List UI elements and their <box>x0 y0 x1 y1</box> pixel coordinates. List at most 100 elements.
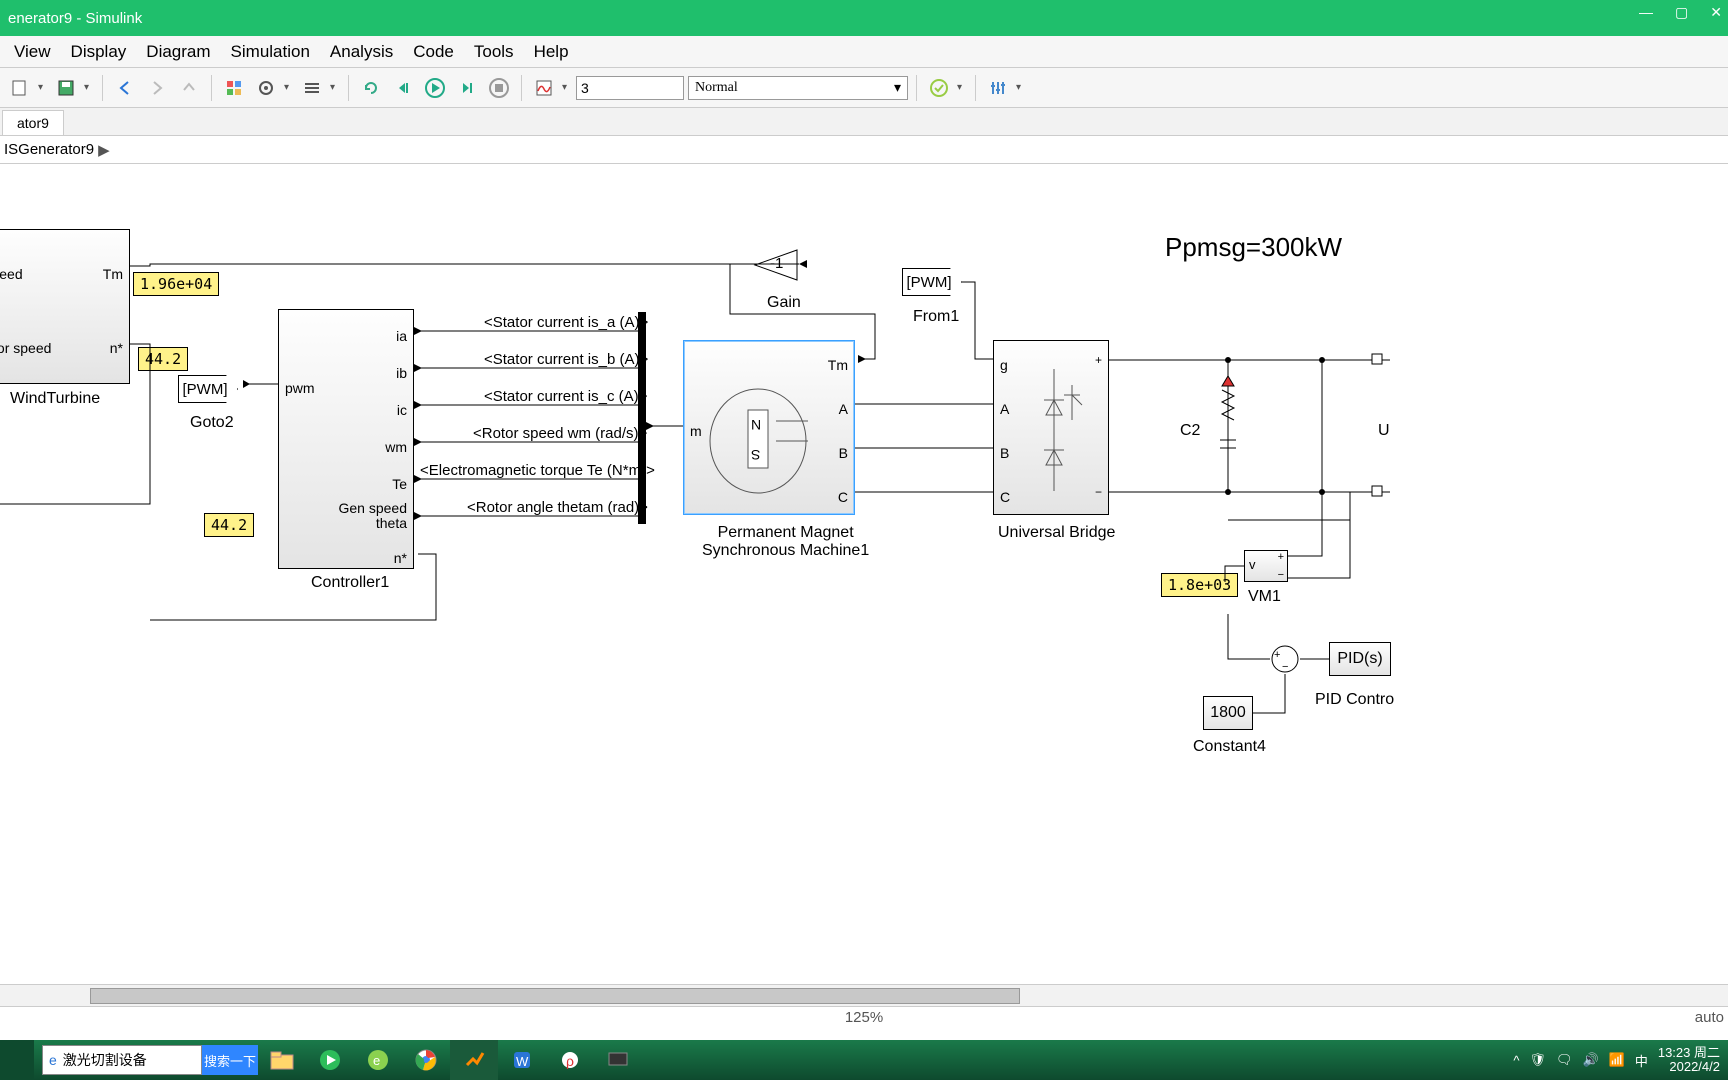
display-genspeed[interactable]: 44.2 <box>204 513 254 537</box>
breadcrumb-root[interactable]: ISGenerator9 <box>4 141 94 158</box>
port-nstar-in: n* <box>394 550 407 566</box>
port-tm: Tm <box>828 357 848 373</box>
diagram-canvas[interactable]: Ppmsg=300kW Tm n* nd speed nerator speed… <box>0 164 1728 984</box>
status-right: auto <box>1695 1009 1724 1026</box>
save-button[interactable] <box>52 74 80 102</box>
port-genspeed-in: nerator speed <box>0 340 51 356</box>
port-tm-out: Tm <box>103 266 123 282</box>
tray-volume-icon[interactable]: 🔊 <box>1582 1052 1598 1068</box>
search-button[interactable]: 搜索一下 <box>202 1045 258 1075</box>
block-constant4[interactable]: 1800 <box>1203 696 1253 730</box>
dropdown-icon[interactable]: ▾ <box>1016 82 1026 93</box>
step-back-button[interactable] <box>389 74 417 102</box>
tray-chevron-icon[interactable]: ^ <box>1513 1053 1519 1068</box>
model-config-button[interactable] <box>252 74 280 102</box>
menu-display[interactable]: Display <box>61 38 137 66</box>
tray-icon[interactable]: 🗨 <box>1556 1052 1573 1068</box>
tray-icon[interactable]: 🛡 <box>1529 1052 1546 1068</box>
toolbar: ▾ ▾ ▾ ▾ ▾ Normal ▾ ▾ ▾ <box>0 68 1728 108</box>
block-goto2[interactable]: [PWM] <box>178 375 238 403</box>
port-nstar-out: n* <box>110 340 123 356</box>
signal-label: <Rotor angle thetam (rad)> <box>467 499 648 516</box>
display-vm[interactable]: 1.8e+03 <box>1161 573 1238 597</box>
dropdown-icon[interactable]: ▾ <box>562 82 572 93</box>
block-label: WindTurbine <box>10 390 100 408</box>
stop-time-input[interactable] <box>576 76 684 100</box>
simulation-mode-select[interactable]: Normal ▾ <box>688 76 908 100</box>
taskbar-chrome[interactable] <box>402 1040 450 1080</box>
model-explorer-button[interactable] <box>298 74 326 102</box>
run-button[interactable] <box>421 74 449 102</box>
windows-taskbar[interactable]: e 激光切割设备 搜索一下 e W ρ ^ 🛡 🗨 🔊 📶 中 13:23 周二… <box>0 1040 1728 1080</box>
taskbar-app-2[interactable]: e <box>354 1040 402 1080</box>
taskbar-matlab-active[interactable] <box>450 1040 498 1080</box>
horizontal-scrollbar[interactable] <box>0 984 1728 1006</box>
port-ib: ib <box>396 365 407 381</box>
menu-diagram[interactable]: Diagram <box>136 38 220 66</box>
block-label: From1 <box>913 308 959 326</box>
block-windturbine[interactable]: Tm n* nd speed nerator speed <box>0 229 130 384</box>
block-demux[interactable] <box>638 312 646 524</box>
start-button[interactable] <box>0 1040 34 1080</box>
step-fwd-button[interactable] <box>453 74 481 102</box>
window-minimize-button[interactable]: — <box>1639 4 1653 21</box>
tray-ime[interactable]: 中 <box>1635 1051 1648 1070</box>
zoom-level[interactable]: 125% <box>845 1009 883 1026</box>
new-model-button[interactable] <box>6 74 34 102</box>
library-browser-button[interactable] <box>220 74 248 102</box>
scope-button[interactable] <box>530 74 558 102</box>
dropdown-icon[interactable]: ▾ <box>330 82 340 93</box>
dropdown-icon[interactable]: ▾ <box>38 82 48 93</box>
block-from1[interactable]: [PWM] <box>902 268 962 296</box>
window-title: enerator9 - Simulink <box>8 10 142 27</box>
dropdown-icon[interactable]: ▾ <box>84 82 94 93</box>
svg-text:W: W <box>516 1054 529 1069</box>
dropdown-icon[interactable]: ▾ <box>284 82 294 93</box>
taskbar-wps[interactable]: W <box>498 1040 546 1080</box>
display-tm[interactable]: 1.96e+04 <box>133 272 219 296</box>
window-close-button[interactable]: ✕ <box>1710 4 1722 21</box>
menu-simulation[interactable]: Simulation <box>221 38 320 66</box>
annotation-ppmsg[interactable]: Ppmsg=300kW <box>1165 232 1342 263</box>
menu-tools[interactable]: Tools <box>464 38 524 66</box>
update-diagram-button[interactable] <box>357 74 385 102</box>
constant4-value: 1800 <box>1210 704 1246 722</box>
menu-help[interactable]: Help <box>524 38 579 66</box>
nav-fwd-button[interactable] <box>143 74 171 102</box>
menu-view[interactable]: View <box>4 38 61 66</box>
port-c: C <box>1000 489 1010 505</box>
block-pid[interactable]: PID(s) <box>1329 642 1391 676</box>
c2-label: C2 <box>1180 422 1200 440</box>
block-pmsm[interactable]: Tm m A B C N S <box>683 340 855 515</box>
port-te: Te <box>392 476 407 492</box>
block-universal-bridge[interactable]: g A B C <box>993 340 1109 515</box>
system-tray[interactable]: ^ 🛡 🗨 🔊 📶 中 13:23 周二 2022/4/2 <box>1513 1046 1728 1075</box>
stop-button[interactable] <box>485 74 513 102</box>
taskbar-search[interactable]: e 激光切割设备 <box>42 1045 202 1075</box>
from1-tag: [PWM] <box>907 274 952 291</box>
taskbar-explorer[interactable] <box>258 1040 306 1080</box>
taskbar-app-3[interactable]: ρ <box>546 1040 594 1080</box>
tray-clock[interactable]: 13:23 周二 2022/4/2 <box>1658 1046 1720 1075</box>
block-sum[interactable]: + − <box>1270 644 1300 674</box>
menu-analysis[interactable]: Analysis <box>320 38 403 66</box>
tray-wifi-icon[interactable]: 📶 <box>1609 1052 1625 1068</box>
svg-text:−: − <box>1282 661 1288 673</box>
block-vm1[interactable]: v + − <box>1244 550 1288 582</box>
block-controller1[interactable]: pwm ia ib ic wm Te Gen speed theta n* <box>278 309 414 569</box>
window-maximize-button[interactable]: ▢ <box>1675 4 1688 21</box>
block-label: Permanent Magnet Synchronous Machine1 <box>702 524 869 560</box>
nav-back-button[interactable] <box>111 74 139 102</box>
taskbar-app-1[interactable] <box>306 1040 354 1080</box>
nav-up-button[interactable] <box>175 74 203 102</box>
check-button[interactable] <box>925 74 953 102</box>
dropdown-icon[interactable]: ▾ <box>957 82 967 93</box>
breadcrumb[interactable]: ISGenerator9 ▶ <box>0 136 1728 164</box>
display-nstar[interactable]: 44.2 <box>138 347 188 371</box>
menu-code[interactable]: Code <box>403 38 464 66</box>
tuning-button[interactable] <box>984 74 1012 102</box>
model-tab[interactable]: ator9 <box>2 110 64 135</box>
scrollbar-thumb[interactable] <box>90 988 1020 1004</box>
vm-v: v <box>1249 557 1256 572</box>
taskbar-app-4[interactable] <box>594 1040 642 1080</box>
